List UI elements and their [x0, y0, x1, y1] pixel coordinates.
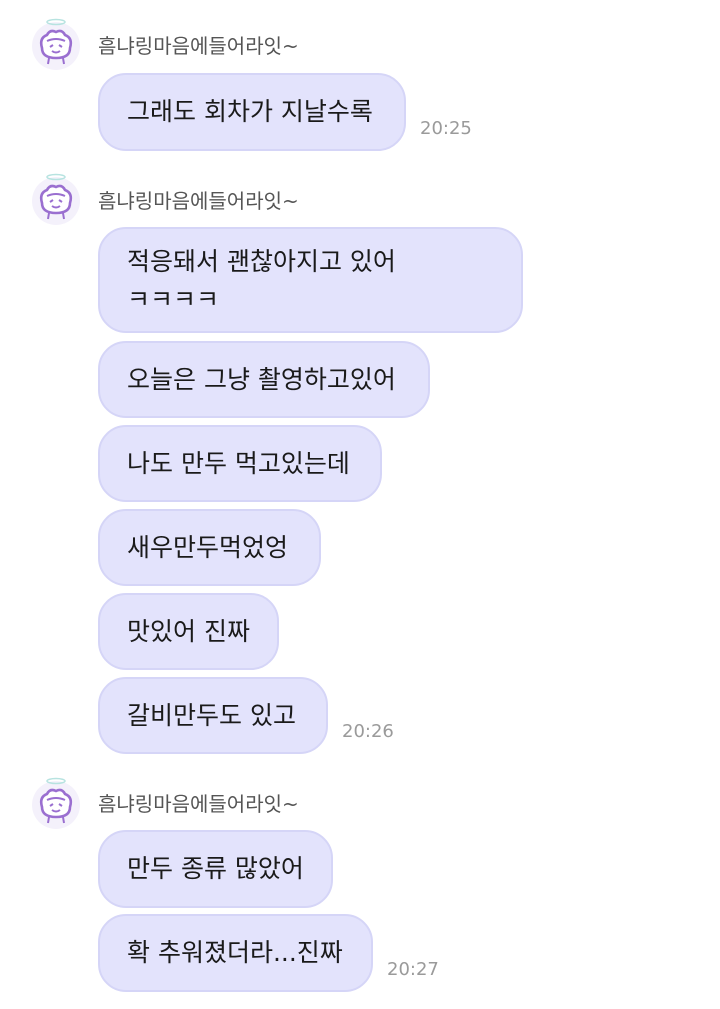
message-text: 맛있어 진짜: [127, 616, 250, 646]
message-text: 나도 만두 먹고있는데: [127, 448, 350, 478]
message-bubble[interactable]: 그래도 회차가 지날수록: [98, 73, 406, 151]
message-timestamp: 20:26: [342, 721, 394, 742]
avatar[interactable]: [30, 18, 82, 70]
message-text: 새우만두먹었엉: [127, 532, 289, 562]
message-bubble[interactable]: 만두 종류 많았어: [98, 830, 333, 908]
angel-character-avatar-icon: [32, 173, 80, 225]
avatar[interactable]: [30, 173, 82, 225]
message-text: 그래도 회차가 지날수록: [127, 97, 373, 126]
message-bubble[interactable]: 나도 만두 먹고있는데: [98, 425, 382, 502]
message-text: 확 추워졌더라...진짜: [127, 938, 343, 967]
message-bubble[interactable]: 오늘은 그냥 촬영하고있어: [98, 341, 430, 418]
message-bubble[interactable]: 새우만두먹었엉: [98, 509, 321, 586]
message-bubble[interactable]: 적응돼서 괜찮아지고 있어 ㅋㅋㅋㅋ: [98, 227, 523, 333]
message-text: 갈비만두도 있고: [127, 700, 296, 730]
message-bubble[interactable]: 확 추워졌더라...진짜: [98, 914, 373, 992]
message-timestamp: 20:25: [420, 118, 472, 139]
avatar[interactable]: [30, 777, 82, 829]
message-text: 만두 종류 많았어: [127, 854, 304, 883]
sender-name: 흠냐링마음에들어라잇~: [98, 792, 299, 816]
angel-character-avatar-icon: [32, 777, 80, 829]
message-bubble[interactable]: 갈비만두도 있고: [98, 677, 328, 754]
angel-character-avatar-icon: [32, 18, 80, 70]
message-text: 오늘은 그냥 촬영하고있어: [127, 364, 396, 394]
sender-name: 흠냐링마음에들어라잇~: [98, 189, 299, 213]
sender-name: 흠냐링마음에들어라잇~: [98, 34, 299, 58]
message-bubble[interactable]: 맛있어 진짜: [98, 593, 279, 670]
message-text: 적응돼서 괜찮아지고 있어 ㅋㅋㅋㅋ: [127, 247, 396, 314]
message-timestamp: 20:27: [387, 959, 439, 980]
